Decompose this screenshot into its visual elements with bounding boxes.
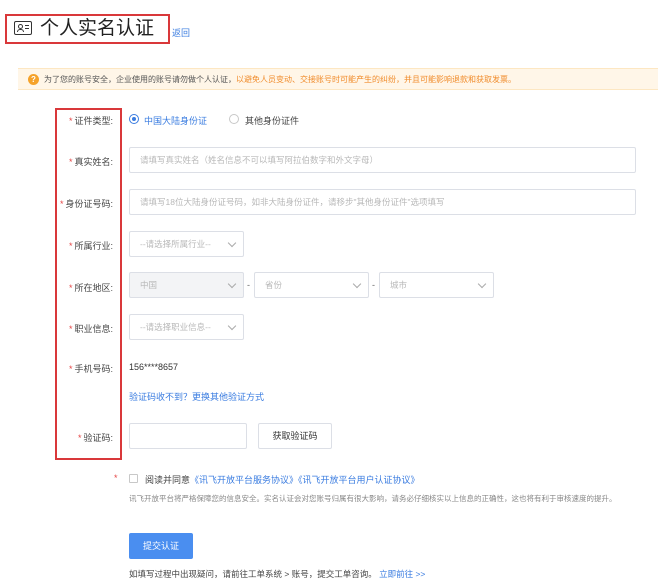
occupation-select[interactable]: --请选择职业信息-- <box>129 314 244 340</box>
id-type-option-other[interactable]: 其他身份证件 <box>245 114 299 127</box>
phone-label: * 手机号码: <box>68 364 113 374</box>
chevron-down-icon <box>227 279 237 289</box>
chevron-down-icon <box>227 238 237 248</box>
city-select[interactable]: 城市 <box>379 272 494 298</box>
service-agreement-link[interactable]: 《讯飞开放平台服务协议》 <box>190 475 298 485</box>
notice-warning: 以避免人员变动、交接账号时可能产生的纠纷，并且可能影响退款和获取发票。 <box>236 75 516 84</box>
phone-value: 156****8657 <box>129 362 179 372</box>
security-info-text: 讯飞开放平台将严格保障您的信息安全。实名认证会对您账号归属有很大影响，请务必仔细… <box>129 494 617 503</box>
notice-text: 为了您的账号安全，企业使用的账号请勿做个人认证，以避免人员变动、交接账号时可能产… <box>44 74 516 85</box>
user-agreement-link[interactable]: 《讯飞开放平台用户认证协议》 <box>298 475 420 485</box>
page-title: 个人实名认证 <box>40 18 155 39</box>
id-type-radio-other[interactable] <box>229 114 239 124</box>
region-label: * 所在地区: <box>68 283 113 293</box>
footer-help: 如填写过程中出现疑问，请前往工单系统 > 账号，提交工单咨询。 立即前往 >> <box>129 569 426 579</box>
chevron-down-icon <box>352 279 362 289</box>
province-select[interactable]: 省份 <box>254 272 369 298</box>
industry-select[interactable]: --请选择所属行业-- <box>129 231 244 257</box>
id-type-label: * 证件类型: <box>68 116 113 126</box>
chevron-down-icon <box>227 321 237 331</box>
id-number-label: * 身份证号码: <box>59 199 113 209</box>
agreement-text: 阅读并同意《讯飞开放平台服务协议》《讯飞开放平台用户认证协议》 <box>145 475 420 485</box>
industry-label: * 所属行业: <box>68 241 113 251</box>
alt-verification-link[interactable]: 验证码收不到？更换其他验证方式 <box>129 390 264 403</box>
notice-main: 为了您的账号安全，企业使用的账号请勿做个人认证， <box>44 75 236 84</box>
agreement-checkbox[interactable] <box>129 474 138 483</box>
country-select[interactable]: 中国 <box>129 272 244 298</box>
occupation-label: * 职业信息: <box>68 324 113 334</box>
real-name-label: * 真实姓名: <box>68 157 113 167</box>
question-icon: ? <box>28 74 39 85</box>
submit-button[interactable]: 提交认证 <box>129 533 193 559</box>
region-separator: - <box>372 280 375 290</box>
chevron-down-icon <box>477 279 487 289</box>
back-link[interactable]: 返回 <box>172 26 190 39</box>
real-name-input[interactable]: 请填写真实姓名（姓名信息不可以填写阿拉伯数字和外文字母） <box>129 147 636 173</box>
go-now-link[interactable]: 立即前往 >> <box>379 569 425 579</box>
id-number-input[interactable]: 请填写18位大陆身份证号码，如非大陆身份证件，请移步"其他身份证件"选项填写 <box>129 189 636 215</box>
region-separator: - <box>247 280 250 290</box>
id-type-option-mainland[interactable]: 中国大陆身份证 <box>144 114 207 127</box>
agreement-required-mark: * <box>114 473 118 483</box>
code-label: * 验证码: <box>77 433 113 443</box>
id-type-radio-mainland[interactable] <box>129 114 139 124</box>
notice-bar: ? 为了您的账号安全，企业使用的账号请勿做个人认证，以避免人员变动、交接账号时可… <box>18 68 658 90</box>
get-code-button[interactable]: 获取验证码 <box>258 423 332 449</box>
id-card-icon <box>14 21 32 35</box>
code-input[interactable] <box>129 423 247 449</box>
